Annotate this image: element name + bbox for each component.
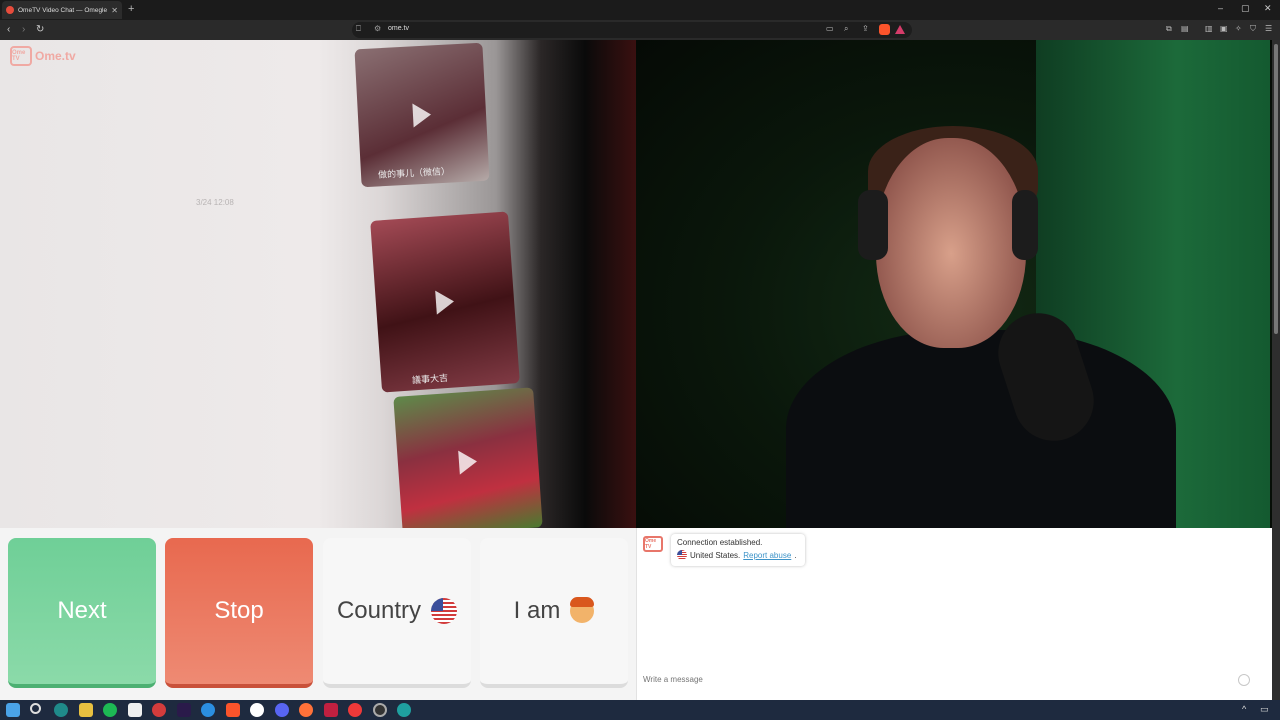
windows-taskbar: ^ ▭ <box>0 700 1280 720</box>
tray-chevron-icon[interactable]: ^ <box>1242 704 1246 714</box>
brave-shields-icon[interactable] <box>879 24 890 35</box>
ometv-avatar-icon: Ome TV <box>643 536 663 552</box>
play-icon <box>412 102 432 128</box>
site-settings-icon[interactable]: ⚙ <box>374 24 381 33</box>
brave-rewards-icon[interactable] <box>895 25 905 34</box>
zoom-icon[interactable]: ⌕ <box>844 24 848 34</box>
google-icon[interactable] <box>250 703 264 717</box>
windows-icon[interactable] <box>6 703 20 717</box>
message-input[interactable] <box>643 672 1243 686</box>
vivaldi-icon[interactable] <box>348 703 362 717</box>
person-body <box>786 330 1176 528</box>
firefox-icon[interactable] <box>299 703 313 717</box>
menu-icon[interactable]: ☰ <box>1265 24 1272 33</box>
new-tab-button[interactable]: + <box>128 3 134 15</box>
gender-label: I am <box>513 597 561 624</box>
tab-close-icon[interactable]: ✕ <box>111 6 118 15</box>
logo-text: Ome.tv <box>35 49 76 63</box>
url-text[interactable]: ome.tv <box>388 25 409 32</box>
stop-button[interactable]: Stop <box>165 538 313 688</box>
play-icon <box>458 449 478 475</box>
remote-video: 做的事儿（微信） 議事大吉 3/24 12:08 Ome TV Ome.tv <box>0 40 636 528</box>
sidebar-icon[interactable]: ▥ <box>1205 24 1213 33</box>
edge-copilot-icon[interactable] <box>54 703 68 717</box>
close-window-button[interactable]: ✕ <box>1264 3 1272 14</box>
local-webcam-video <box>636 40 1280 528</box>
share-icon[interactable]: ⇪ <box>862 24 869 33</box>
back-icon[interactable]: ‹ <box>7 23 10 37</box>
maximize-button[interactable]: ▢ <box>1241 3 1250 14</box>
notification-icon[interactable]: ▭ <box>1260 704 1269 715</box>
chrome-icon[interactable] <box>152 703 166 717</box>
address-bar[interactable]: ⎕ ⚙ ome.tv ▭ ⌕ ⇪ <box>352 22 912 38</box>
report-abuse-link[interactable]: Report abuse <box>743 551 791 560</box>
chat-panel: Ome TV Connection established. United St… <box>636 528 1272 700</box>
phone-video-thumbnail <box>370 211 520 393</box>
video-caption: 議事大吉 <box>411 372 449 386</box>
reload-icon[interactable]: ↻ <box>36 23 44 37</box>
browser-tab[interactable]: OmeTV Video Chat — Omegle ✕ <box>2 1 122 19</box>
ometv-favicon-icon <box>6 6 14 14</box>
person-face <box>876 138 1026 348</box>
country-button[interactable]: Country <box>323 538 471 688</box>
phone-video-thumbnail <box>393 387 543 528</box>
system-message: Connection established. United States. R… <box>671 534 805 566</box>
obs-icon[interactable] <box>373 703 387 717</box>
wallet-icon[interactable]: ▣ <box>1220 24 1228 33</box>
play-icon <box>435 289 455 315</box>
search-icon[interactable] <box>30 703 41 714</box>
country-label: Country <box>336 597 422 624</box>
leo-ai-icon[interactable]: ✧ <box>1235 24 1242 33</box>
brave-icon[interactable] <box>226 703 240 717</box>
stop-label: Stop <box>214 597 264 624</box>
us-flag-icon <box>677 550 687 560</box>
reader-icon[interactable]: ▤ <box>1181 24 1189 33</box>
app-icon[interactable] <box>324 703 338 717</box>
date-overlay: 3/24 12:08 <box>196 198 234 207</box>
after-effects-icon[interactable] <box>177 703 191 717</box>
bookmark-icon[interactable]: ⎕ <box>356 24 361 34</box>
spotify-icon[interactable] <box>103 703 117 717</box>
ometv-logo[interactable]: Ome TV Ome.tv <box>10 46 76 66</box>
headphone-left <box>858 190 888 260</box>
cast-icon[interactable]: ▭ <box>826 24 834 33</box>
connection-status: Connection established. <box>677 538 763 547</box>
scrollbar-thumb[interactable] <box>1274 44 1278 334</box>
headphone-right <box>1012 190 1038 260</box>
next-button[interactable]: Next <box>8 538 156 688</box>
tab-title: OmeTV Video Chat — Omegle <box>18 6 108 14</box>
report-suffix: . <box>794 550 797 560</box>
browser-tab-strip: OmeTV Video Chat — Omegle ✕ + – ▢ ✕ <box>0 0 1280 20</box>
discord-icon[interactable] <box>275 703 289 717</box>
edge-icon[interactable] <box>201 703 215 717</box>
boy-emoji-icon <box>570 597 595 623</box>
vpn-icon[interactable]: ⛉ <box>1250 24 1256 34</box>
forward-icon[interactable]: › <box>22 23 25 37</box>
ometv-page: 做的事儿（微信） 議事大吉 3/24 12:08 Ome TV Ome.tv N… <box>0 40 1280 700</box>
logo-icon: Ome TV <box>10 46 32 66</box>
browser-toolbar: ‹ › ↻ ⎕ ⚙ ome.tv ▭ ⌕ ⇪ ⧉ ▤ ▥ ▣ ✧ ⛉ ☰ <box>0 20 1280 40</box>
partner-country: United States. <box>690 550 741 560</box>
extensions-icon[interactable]: ⧉ <box>1166 24 1172 34</box>
gender-button[interactable]: I am <box>480 538 628 688</box>
next-label: Next <box>57 597 107 624</box>
notes-icon[interactable] <box>128 703 142 717</box>
us-flag-icon <box>431 598 458 624</box>
emoji-icon[interactable] <box>1238 674 1250 686</box>
minimize-button[interactable]: – <box>1218 3 1223 13</box>
file-explorer-icon[interactable] <box>79 703 93 717</box>
edge-dev-icon[interactable] <box>397 703 411 717</box>
page-scrollbar[interactable] <box>1272 40 1280 700</box>
